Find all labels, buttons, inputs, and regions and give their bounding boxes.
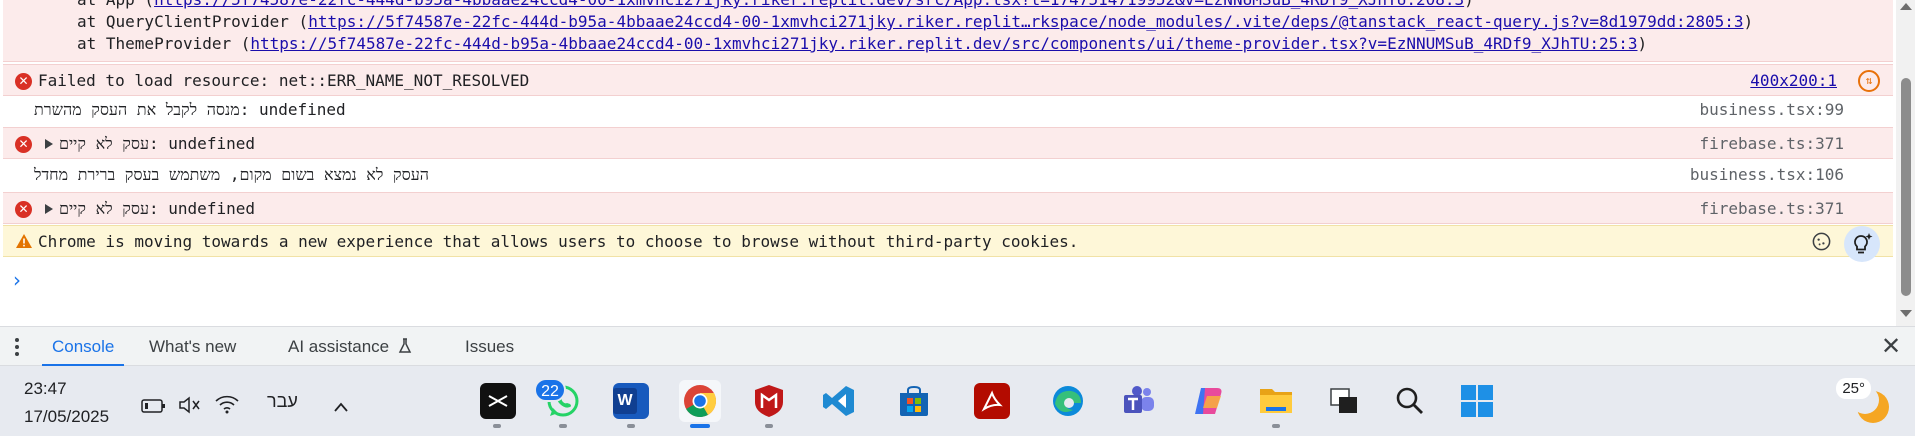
error-icon: ✕: [15, 73, 32, 90]
windows-taskbar: 23:47 17/05/2025 עבר 22 W 25°: [0, 366, 1915, 436]
microsoft-store-app-icon[interactable]: [893, 380, 935, 422]
stack-paren: ): [1464, 0, 1474, 9]
stack-paren: ): [1637, 34, 1648, 53]
app-running-indicator: [765, 424, 773, 428]
source-link[interactable]: 400x200:1: [1750, 65, 1837, 97]
console-error-row[interactable]: ✕ עסק לא קיים: undefined firebase.ts:371: [3, 127, 1893, 159]
clock-date: 17/05/2025: [24, 407, 110, 426]
tab-issues[interactable]: Issues: [465, 327, 514, 366]
expand-triangle-icon[interactable]: [45, 204, 53, 214]
console-error-row[interactable]: ✕ עסק לא קיים: undefined firebase.ts:371: [3, 192, 1893, 224]
chevron-up-icon[interactable]: [333, 394, 349, 420]
wifi-icon[interactable]: [214, 391, 240, 417]
more-options-icon[interactable]: [14, 338, 20, 356]
capcut-app-icon[interactable]: [477, 380, 519, 422]
stack-link[interactable]: https://5f74587e-22fc-444d-b95a-4bbaae24…: [250, 34, 1637, 53]
source-link[interactable]: firebase.ts:371: [1700, 193, 1845, 225]
task-view-icon[interactable]: [1323, 380, 1365, 422]
app-running-indicator: [559, 424, 567, 428]
stack-line: at QueryClientProvider (https://5f74587e…: [77, 11, 1753, 33]
stack-line: at ThemeProvider (https://5f74587e-22fc-…: [77, 33, 1647, 55]
edge-app-icon[interactable]: [1047, 380, 1089, 422]
vscode-app-icon[interactable]: [818, 380, 860, 422]
console-error-row[interactable]: ✕ Failed to load resource: net::ERR_NAME…: [3, 64, 1893, 96]
weather-temperature[interactable]: 25°: [1836, 378, 1871, 399]
drawer-tabbar: Console What's new AI assistance Issues …: [0, 326, 1915, 367]
lightbulb-sparkle-icon: [1854, 233, 1873, 254]
file-explorer-app-icon[interactable]: [1255, 380, 1297, 422]
clock-time: 23:47: [24, 379, 67, 398]
cookie-icon[interactable]: [1811, 231, 1832, 252]
scroll-up-arrow-icon[interactable]: [1900, 3, 1912, 10]
console-prompt-icon[interactable]: ›: [13, 270, 21, 290]
console-message: עסק לא קיים: undefined: [59, 134, 255, 153]
clock[interactable]: 23:47 17/05/2025: [24, 378, 109, 428]
word-app-icon[interactable]: W: [610, 380, 652, 422]
search-icon[interactable]: [1389, 380, 1431, 422]
stack-function: at QueryClientProvider (: [77, 12, 309, 31]
stack-link[interactable]: https://5f74587e-22fc-444d-b95a-4bbaae24…: [308, 12, 1743, 31]
devtools-console: at App (https://5f74587e-22fc-444d-b95a-…: [0, 0, 1896, 326]
stack-line: at App (https://5f74587e-22fc-444d-b95a-…: [77, 0, 1474, 11]
app-running-indicator: [627, 424, 635, 428]
stack-link[interactable]: https://5f74587e-22fc-444d-b95a-4bbaae24…: [154, 0, 1464, 9]
copilot-app-icon[interactable]: [1188, 380, 1230, 422]
start-button-icon[interactable]: [1456, 380, 1498, 422]
stack-function: at App (: [77, 0, 154, 9]
network-request-icon[interactable]: ⇅: [1858, 70, 1880, 92]
source-link[interactable]: business.tsx:106: [1690, 160, 1844, 190]
console-warning-row[interactable]: Chrome is moving towards a new experienc…: [3, 225, 1893, 262]
notification-badge: 22: [534, 378, 566, 402]
flask-icon: [398, 338, 412, 353]
console-message: מנסה לקבל את העסק מהשרת: undefined: [34, 100, 346, 119]
language-indicator[interactable]: עבר: [267, 388, 298, 414]
console-message: Chrome is moving towards a new experienc…: [38, 232, 1079, 251]
chrome-app-icon[interactable]: [679, 380, 721, 422]
app-active-indicator: [690, 424, 710, 428]
error-icon: ✕: [15, 201, 32, 218]
console-message: Failed to load resource: net::ERR_NAME_N…: [38, 71, 530, 90]
volume-muted-icon[interactable]: [178, 392, 202, 418]
tab-label: AI assistance: [288, 337, 390, 356]
warning-icon: [16, 234, 32, 248]
tab-whats-new[interactable]: What's new: [149, 327, 236, 366]
tab-ai-assistance[interactable]: AI assistance: [288, 327, 412, 366]
console-message: עסק לא קיים: undefined: [59, 199, 255, 218]
tab-console[interactable]: Console: [42, 327, 125, 367]
expand-triangle-icon[interactable]: [45, 139, 53, 149]
error-stack-trace: at App (https://5f74587e-22fc-444d-b95a-…: [3, 0, 1893, 62]
battery-icon[interactable]: [141, 393, 167, 419]
console-log-row[interactable]: העסק לא נמצא בשום מקום, משתמש בעסק ברירת…: [3, 160, 1893, 190]
source-link[interactable]: firebase.ts:371: [1700, 128, 1845, 160]
app-running-indicator: [1272, 424, 1280, 428]
scroll-down-arrow-icon[interactable]: [1900, 310, 1912, 317]
error-icon: ✕: [15, 136, 32, 153]
scrollbar-thumb[interactable]: [1901, 78, 1911, 296]
app-running-indicator: [493, 424, 501, 428]
mcafee-app-icon[interactable]: [748, 380, 790, 422]
stack-paren: ): [1743, 12, 1754, 31]
ai-insights-button[interactable]: [1844, 226, 1880, 262]
acrobat-app-icon[interactable]: [971, 380, 1013, 422]
console-scrollbar[interactable]: [1896, 0, 1915, 326]
console-log-row[interactable]: מנסה לקבל את העסק מהשרת: undefined busin…: [3, 95, 1893, 125]
console-message: העסק לא נמצא בשום מקום, משתמש בעסק ברירת…: [34, 165, 429, 184]
source-link[interactable]: business.tsx:99: [1700, 95, 1845, 125]
close-drawer-icon[interactable]: ✕: [1880, 334, 1902, 358]
teams-app-icon[interactable]: [1118, 380, 1160, 422]
stack-function: at ThemeProvider (: [77, 34, 251, 53]
